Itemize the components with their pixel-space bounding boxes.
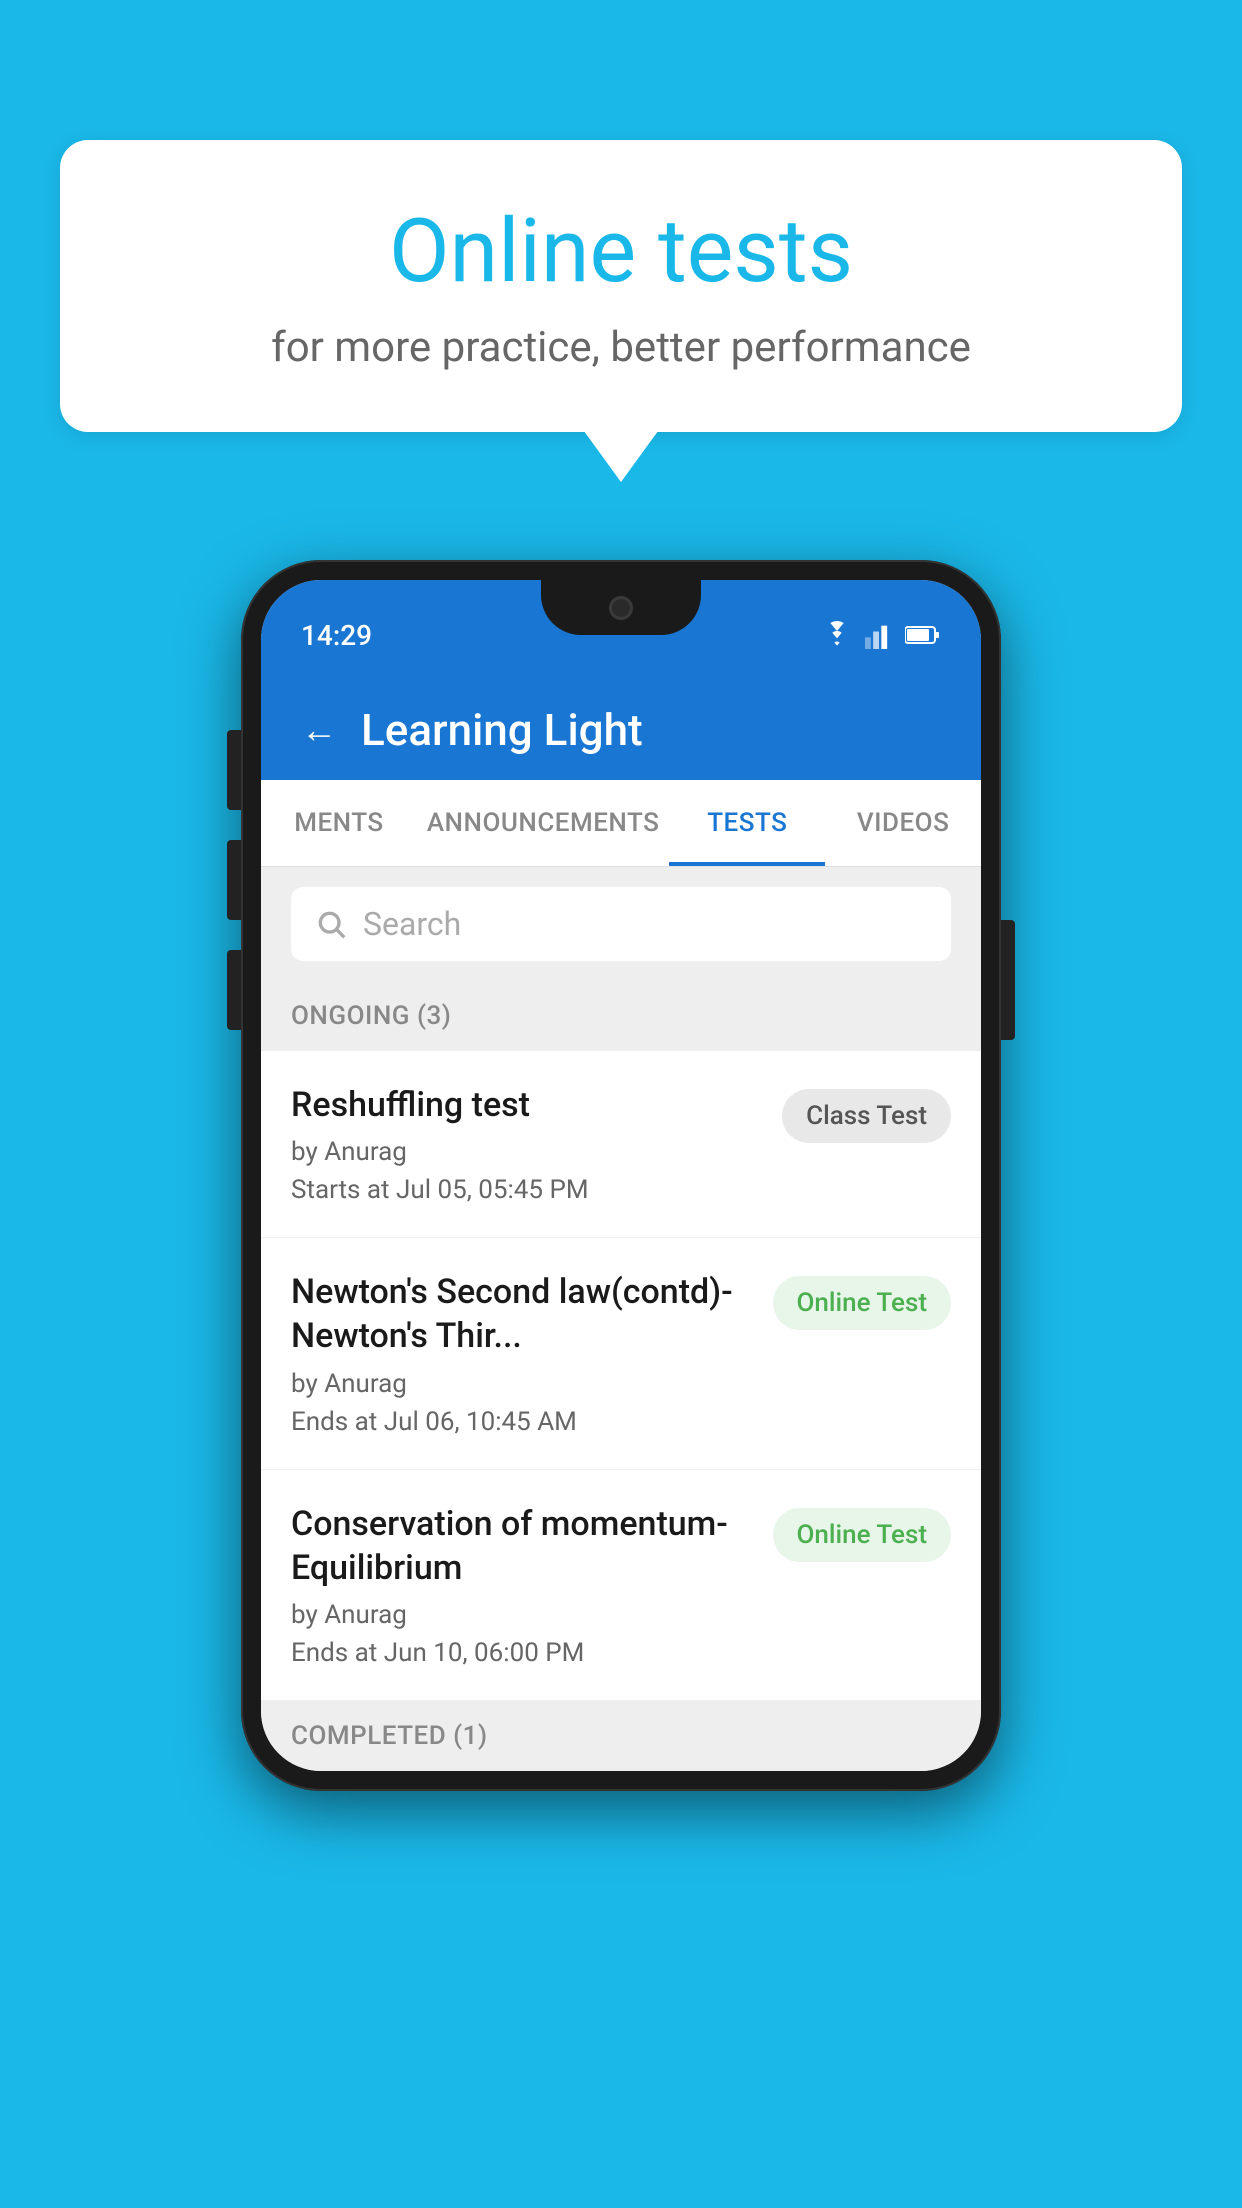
- tabs-bar: MENTS ANNOUNCEMENTS TESTS VIDEOS: [261, 780, 981, 867]
- signal-icon: [865, 621, 893, 649]
- wifi-icon: [821, 621, 853, 649]
- test-badge-1: Class Test: [782, 1089, 951, 1143]
- app-title: Learning Light: [361, 704, 643, 756]
- battery-icon: [905, 623, 941, 647]
- test-time-2: Ends at Jul 06, 10:45 AM: [291, 1407, 753, 1437]
- completed-section-header: COMPLETED (1): [261, 1701, 981, 1771]
- search-bar[interactable]: Search: [291, 887, 951, 961]
- time-label-1: Starts at: [291, 1175, 390, 1205]
- test-list: Reshuffling test by Anurag Starts at Jul…: [261, 1051, 981, 1701]
- time-value-3: Jun 10, 06:00 PM: [384, 1638, 585, 1668]
- status-icons: [821, 621, 941, 649]
- ongoing-section-header: ONGOING (3): [261, 981, 981, 1051]
- test-item-2[interactable]: Newton's Second law(contd)-Newton's Thir…: [261, 1238, 981, 1469]
- search-icon: [315, 908, 347, 940]
- ongoing-title: ONGOING (3): [291, 1001, 451, 1031]
- tab-announcements[interactable]: ANNOUNCEMENTS: [417, 780, 670, 866]
- camera-notch: [609, 596, 633, 620]
- speech-bubble: Online tests for more practice, better p…: [60, 140, 1182, 432]
- test-name-2: Newton's Second law(contd)-Newton's Thir…: [291, 1270, 753, 1358]
- tab-videos[interactable]: VIDEOS: [825, 780, 981, 866]
- phone-wrapper: 14:29: [241, 560, 1001, 1791]
- test-time-3: Ends at Jun 10, 06:00 PM: [291, 1638, 753, 1668]
- time-label-3: Ends at: [291, 1638, 377, 1668]
- status-time: 14:29: [301, 619, 372, 652]
- test-badge-3: Online Test: [773, 1508, 952, 1562]
- completed-title: COMPLETED (1): [291, 1721, 488, 1751]
- speech-bubble-container: Online tests for more practice, better p…: [60, 140, 1182, 432]
- tab-ments[interactable]: MENTS: [261, 780, 417, 866]
- search-container: Search: [261, 867, 981, 981]
- bubble-subtitle: for more practice, better performance: [140, 323, 1102, 372]
- phone-notch: [541, 580, 701, 635]
- test-badge-2: Online Test: [773, 1276, 952, 1330]
- test-name-3: Conservation of momentum-Equilibrium: [291, 1502, 753, 1590]
- test-author-1: by Anurag: [291, 1137, 762, 1167]
- app-header: ← Learning Light: [261, 680, 981, 780]
- test-info-3: Conservation of momentum-Equilibrium by …: [291, 1502, 773, 1668]
- test-item-3[interactable]: Conservation of momentum-Equilibrium by …: [261, 1470, 981, 1701]
- tab-tests[interactable]: TESTS: [669, 780, 825, 866]
- bubble-title: Online tests: [140, 200, 1102, 303]
- test-info-1: Reshuffling test by Anurag Starts at Jul…: [291, 1083, 782, 1205]
- back-button[interactable]: ←: [301, 709, 337, 751]
- time-value-1: Jul 05, 05:45 PM: [396, 1175, 589, 1205]
- phone-screen: 14:29: [261, 580, 981, 1771]
- time-value-2: Jul 06, 10:45 AM: [384, 1407, 577, 1437]
- test-item-1[interactable]: Reshuffling test by Anurag Starts at Jul…: [261, 1051, 981, 1238]
- test-author-2: by Anurag: [291, 1369, 753, 1399]
- search-placeholder: Search: [363, 905, 461, 943]
- phone-outer: 14:29: [241, 560, 1001, 1791]
- test-time-1: Starts at Jul 05, 05:45 PM: [291, 1175, 762, 1205]
- time-label-2: Ends at: [291, 1407, 377, 1437]
- test-name-1: Reshuffling test: [291, 1083, 762, 1127]
- status-bar-area: 14:29: [261, 580, 981, 680]
- test-info-2: Newton's Second law(contd)-Newton's Thir…: [291, 1270, 773, 1436]
- test-author-3: by Anurag: [291, 1600, 753, 1630]
